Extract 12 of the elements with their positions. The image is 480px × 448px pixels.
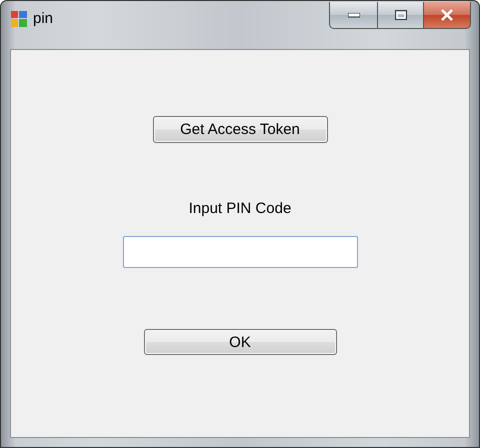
form-icon [11, 10, 27, 26]
maximize-icon [394, 10, 406, 20]
window-title: pin [33, 10, 54, 27]
close-icon [440, 9, 454, 21]
minimize-icon [348, 12, 360, 18]
get-token-button[interactable]: Get Access Token [152, 116, 328, 143]
pin-label: Input PIN Code [188, 200, 292, 217]
close-button[interactable] [424, 2, 471, 29]
pin-input-field[interactable] [122, 236, 358, 268]
maximize-button[interactable] [378, 2, 424, 29]
minimize-button[interactable] [329, 2, 378, 29]
ok-button[interactable]: OK [144, 329, 336, 355]
